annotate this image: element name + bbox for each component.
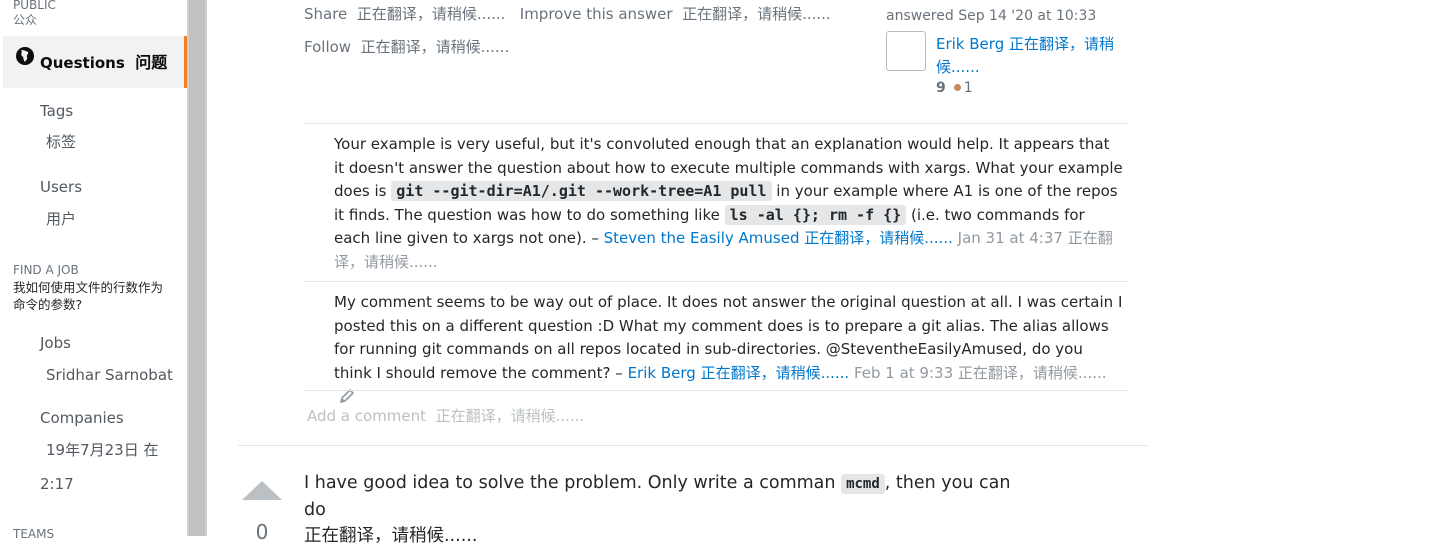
comment-1-date-link[interactable]: Jan 31 at 4:37	[958, 229, 1063, 247]
sidebar-scrollbar-thumb[interactable]	[189, 0, 205, 536]
bronze-badge-count: 1	[963, 80, 973, 96]
sidebar-item-jobs-sub: Sridhar Sarnobat	[46, 366, 173, 384]
comment-1: Your example is very useful, but it's co…	[334, 133, 1124, 274]
answer-text-cn: 正在翻译，请稍候......	[304, 526, 478, 546]
comments-divider-top	[304, 123, 1128, 124]
answered-timestamp: answered Sep 14 '20 at 10:33	[886, 8, 1097, 24]
answer-body: I have good idea to solve the problem. O…	[304, 470, 1024, 549]
upvote-arrow-icon[interactable]	[242, 481, 282, 500]
sidebar-item-tags[interactable]: Tags	[40, 102, 73, 121]
bronze-badge-icon	[953, 84, 961, 91]
comment-1-code-2: ls -al {}; rm -f {}	[724, 204, 907, 225]
follow-link-cn: 正在翻译，请稍候......	[360, 38, 510, 56]
reputation-score: 9	[936, 80, 946, 96]
share-link-cn: 正在翻译，请稍候......	[356, 5, 506, 23]
left-sidebar: PUBLIC 公众 Questions 问题 Tags 标签 Users 用户 …	[0, 0, 187, 541]
questions-label: Questions 问题	[40, 53, 168, 72]
sidebar-item-companies-sub-2: 2:17	[40, 475, 74, 493]
sidebar-item-companies[interactable]: Companies	[40, 409, 124, 428]
author-name-cn-2: 候......	[936, 58, 980, 76]
comment-2-user-link[interactable]: Erik Berg	[628, 364, 696, 382]
find-job-heading: FIND A JOB	[13, 263, 79, 277]
globe-icon	[16, 47, 34, 65]
comment-1-user-link[interactable]: Steven the Easily Amused	[604, 229, 800, 247]
find-job-cn-1: 我如何使用文件的行数作为	[13, 280, 164, 295]
comments-divider-mid	[304, 281, 1128, 282]
author-name-cn-1: 正在翻译，请稍	[1009, 35, 1115, 53]
sidebar-item-companies-sub-1: 19年7月23日 在	[46, 441, 159, 459]
answer-code: mcmd	[841, 474, 885, 494]
vote-count: 0	[255, 520, 269, 544]
comment-2-date-link[interactable]: Feb 1 at 9:33	[854, 364, 953, 382]
teams-heading: TEAMS	[13, 527, 55, 541]
avatar[interactable]	[886, 31, 926, 71]
comment-2-date-cn: 正在翻译，请稍候......	[957, 363, 1107, 382]
comments-divider-bottom	[304, 390, 1128, 391]
sidebar-item-questions[interactable]: Questions 问题	[3, 36, 187, 88]
add-comment-row: Add a comment 正在翻译，请稍候......	[307, 405, 584, 426]
post-menu-row-2: Follow 正在翻译，请稍候......	[304, 37, 509, 57]
comment-1-user-cn: 正在翻译，请稍候......	[804, 229, 953, 247]
follow-link[interactable]: Follow	[304, 38, 351, 56]
post-menu-row-1: Share 正在翻译，请稍候...... Improve this answer…	[304, 4, 831, 24]
author-link[interactable]: Erik Berg	[936, 35, 1004, 53]
answer-divider	[238, 445, 1148, 446]
comment-1-code-1: git --git-dir=A1/.git --work-tree=A1 pul…	[391, 181, 772, 201]
share-link[interactable]: Share	[304, 5, 347, 23]
find-job-cn-2: 命令的参数?	[13, 297, 83, 312]
add-comment-link[interactable]: Add a comment	[307, 407, 426, 425]
comment-2-user-cn: 正在翻译，请稍候......	[700, 363, 850, 382]
sidebar-item-tags-cn: 标签	[46, 133, 77, 151]
public-heading-cn: 公众	[13, 13, 38, 27]
sidebar-item-jobs[interactable]: Jobs	[40, 334, 71, 353]
sidebar-item-users[interactable]: Users	[40, 178, 82, 197]
add-comment-cn: 正在翻译，请稍候......	[435, 407, 585, 425]
public-heading: PUBLIC	[13, 0, 56, 12]
reputation: 91	[936, 80, 973, 96]
author-name: Erik Berg 正在翻译，请稍 候......	[936, 33, 1136, 79]
sidebar-item-users-cn: 用户	[46, 210, 77, 228]
improve-answer-link[interactable]: Improve this answer	[520, 5, 673, 23]
answer-text-a: I have good idea to solve the problem. O…	[304, 473, 842, 493]
improve-answer-cn: 正在翻译，请稍候......	[682, 5, 831, 23]
